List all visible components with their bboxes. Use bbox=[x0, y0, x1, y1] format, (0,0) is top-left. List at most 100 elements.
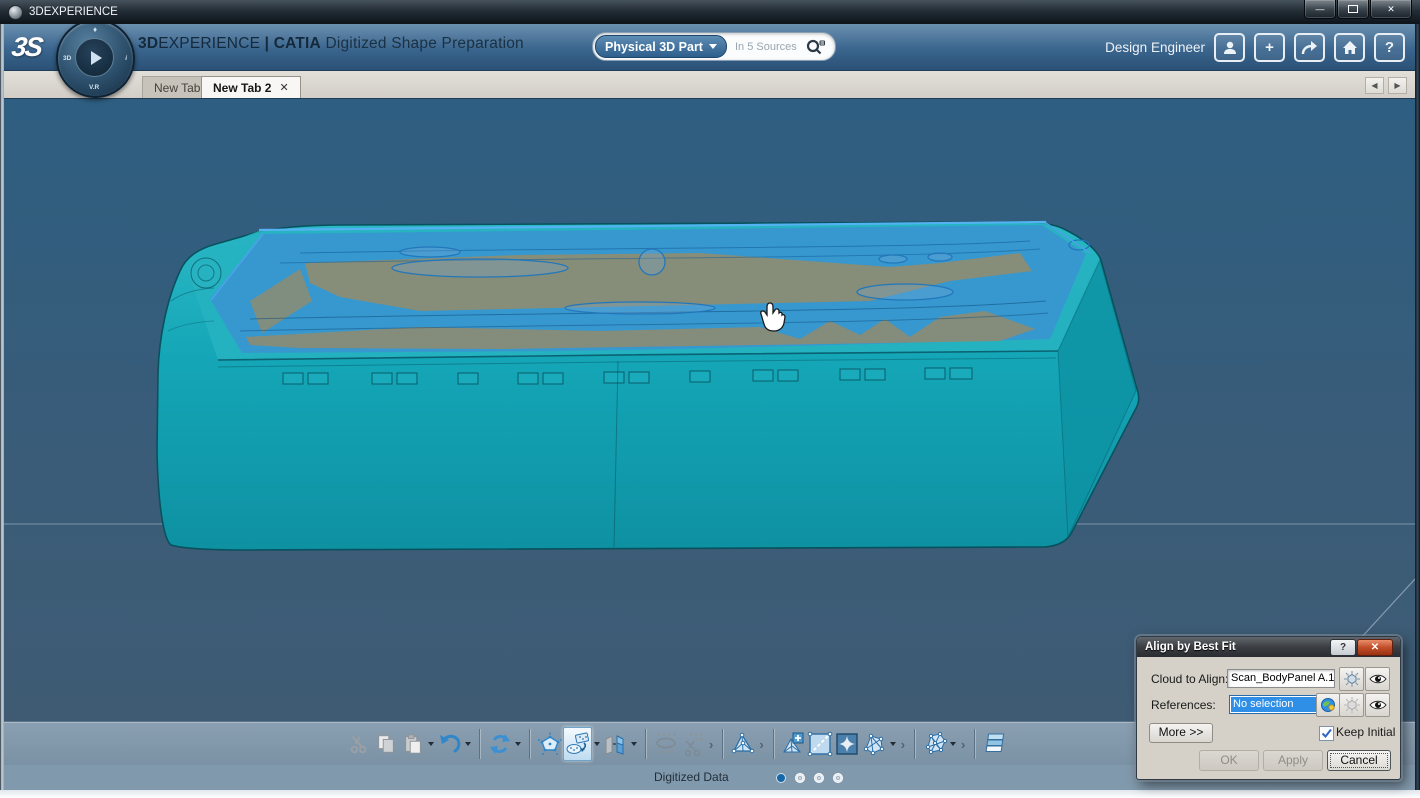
tab-bar: New Tab 1 New Tab 2 ✕ ◀ ▶ bbox=[4, 70, 1415, 98]
toolbar-separator bbox=[974, 729, 975, 759]
3d-viewport[interactable] bbox=[4, 98, 1415, 722]
section-label: Digitized Data bbox=[654, 770, 729, 784]
fill-holes-button[interactable] bbox=[834, 728, 861, 760]
cloud-to-align-field[interactable]: Scan_BodyPanel A.1. bbox=[1227, 669, 1335, 688]
decimate-more-chevron[interactable]: › bbox=[961, 737, 965, 752]
close-icon: ✕ bbox=[1371, 642, 1379, 653]
align-best-fit-icon bbox=[565, 731, 591, 757]
keep-initial-checkbox[interactable] bbox=[1319, 726, 1334, 741]
flash-icon-disabled bbox=[1344, 697, 1360, 713]
data-views-button[interactable] bbox=[981, 728, 1008, 760]
person-icon bbox=[1222, 40, 1238, 56]
paste-dropdown[interactable] bbox=[426, 742, 436, 746]
window-right-edge bbox=[1415, 24, 1420, 790]
dialog-close-button[interactable]: ✕ bbox=[1357, 639, 1393, 656]
show-hide-cloud-button[interactable] bbox=[1365, 667, 1390, 691]
mesh-more-chevron[interactable]: › bbox=[759, 737, 763, 752]
app-icon[interactable] bbox=[8, 5, 23, 20]
activate-portion-button[interactable] bbox=[652, 728, 679, 760]
paste-icon bbox=[402, 733, 424, 755]
search-input[interactable]: In 5 Sources bbox=[735, 41, 805, 53]
minimize-button[interactable]: — bbox=[1304, 0, 1336, 19]
mesh-cleaner-button[interactable] bbox=[861, 728, 888, 760]
toolbar-separator bbox=[722, 729, 723, 759]
copy-button[interactable] bbox=[372, 728, 399, 760]
copy-icon bbox=[375, 733, 397, 755]
flip-orientation-button[interactable] bbox=[807, 728, 834, 760]
plus-icon: + bbox=[1265, 39, 1274, 56]
flip-mesh-icon bbox=[807, 731, 833, 757]
more-tools-chevron[interactable]: › bbox=[709, 737, 713, 752]
cancel-button[interactable]: Cancel bbox=[1327, 750, 1391, 771]
eye-icon bbox=[1369, 699, 1387, 711]
3d-compass[interactable]: ♦ 3D i V.R bbox=[56, 19, 135, 98]
decimate-dropdown[interactable] bbox=[948, 742, 958, 746]
window-left-edge bbox=[0, 24, 4, 790]
highlight-cloud-button[interactable] bbox=[1339, 667, 1364, 691]
close-tab-icon[interactable]: ✕ bbox=[279, 81, 288, 94]
section-dot-1[interactable] bbox=[776, 773, 786, 783]
paste-button[interactable] bbox=[399, 728, 426, 760]
dialog-help-button[interactable]: ? bbox=[1330, 639, 1356, 656]
cleaner-more-chevron[interactable]: › bbox=[901, 737, 905, 752]
profile-button[interactable] bbox=[1214, 33, 1245, 62]
maximize-button[interactable] bbox=[1337, 0, 1369, 19]
window-title: 3DEXPERIENCE bbox=[29, 6, 118, 18]
dialog-title: Align by Best Fit bbox=[1145, 641, 1236, 653]
cut-button[interactable] bbox=[345, 728, 372, 760]
undo-button[interactable] bbox=[436, 728, 463, 760]
brand-experience: EXPERIENCE bbox=[158, 35, 260, 52]
symmetry-dropdown[interactable] bbox=[629, 742, 639, 746]
search-bar[interactable]: Physical 3D Part In 5 Sources bbox=[592, 32, 836, 61]
update-dropdown[interactable] bbox=[513, 742, 523, 746]
point-cloud-icon bbox=[538, 732, 562, 756]
highlight-references-button[interactable] bbox=[1339, 693, 1364, 717]
align-dropdown[interactable] bbox=[592, 742, 602, 746]
fill-holes-icon bbox=[834, 731, 860, 757]
section-dot-4[interactable] bbox=[833, 773, 843, 783]
mesh-cleaner-dropdown[interactable] bbox=[888, 742, 898, 746]
ok-button[interactable]: OK bbox=[1199, 750, 1259, 771]
plane-based-symmetry-button[interactable] bbox=[602, 728, 629, 760]
mesh-creation-button[interactable] bbox=[729, 728, 756, 760]
remove-points-button[interactable] bbox=[679, 728, 706, 760]
references-field[interactable]: No selection bbox=[1229, 695, 1321, 714]
tab-scroll-left-button[interactable]: ◀ bbox=[1365, 77, 1384, 94]
section-dot-2[interactable] bbox=[795, 773, 805, 783]
decimate-mesh-icon bbox=[922, 731, 948, 757]
align-by-best-fit-button[interactable] bbox=[563, 727, 592, 761]
add-button[interactable]: + bbox=[1254, 33, 1285, 62]
search-icon[interactable] bbox=[805, 38, 826, 56]
share-button[interactable] bbox=[1294, 33, 1325, 62]
import-digitized-data-button[interactable] bbox=[536, 728, 563, 760]
mesh-cleaner-icon bbox=[861, 731, 887, 757]
compass-left-label[interactable]: 3D bbox=[63, 55, 71, 62]
search-scope-dropdown[interactable]: Physical 3D Part bbox=[595, 35, 727, 58]
keep-initial-label: Keep Initial bbox=[1336, 725, 1395, 739]
tab-new-tab-2[interactable]: New Tab 2 ✕ bbox=[201, 76, 301, 98]
reference-selector-button[interactable] bbox=[1316, 693, 1340, 717]
compass-top-label[interactable]: ♦ bbox=[93, 25, 97, 34]
show-hide-references-button[interactable] bbox=[1365, 693, 1390, 717]
body-panel-model[interactable] bbox=[157, 222, 1139, 550]
undo-dropdown[interactable] bbox=[463, 742, 473, 746]
activate-points-icon bbox=[653, 731, 679, 757]
compass-bottom-label[interactable]: V.R bbox=[89, 84, 99, 91]
help-button[interactable]: ? bbox=[1374, 33, 1405, 62]
compass-right-label[interactable]: i bbox=[125, 55, 127, 62]
compass-play-button[interactable] bbox=[75, 38, 114, 77]
more-button[interactable]: More >> bbox=[1149, 723, 1213, 743]
3d-scene[interactable] bbox=[4, 99, 1415, 722]
close-button[interactable]: ✕ bbox=[1370, 0, 1412, 19]
update-icon bbox=[488, 732, 512, 756]
brand-3d: 3D bbox=[138, 35, 158, 52]
help-icon: ? bbox=[1340, 642, 1346, 653]
mesh-offset-button[interactable] bbox=[780, 728, 807, 760]
update-button[interactable] bbox=[486, 728, 513, 760]
home-button[interactable] bbox=[1334, 33, 1365, 62]
decimate-button[interactable] bbox=[921, 728, 948, 760]
tab-scroll-right-button[interactable]: ▶ bbox=[1388, 77, 1407, 94]
section-dot-3[interactable] bbox=[814, 773, 824, 783]
apply-button[interactable]: Apply bbox=[1263, 750, 1323, 771]
chevron-down-icon bbox=[709, 44, 717, 49]
